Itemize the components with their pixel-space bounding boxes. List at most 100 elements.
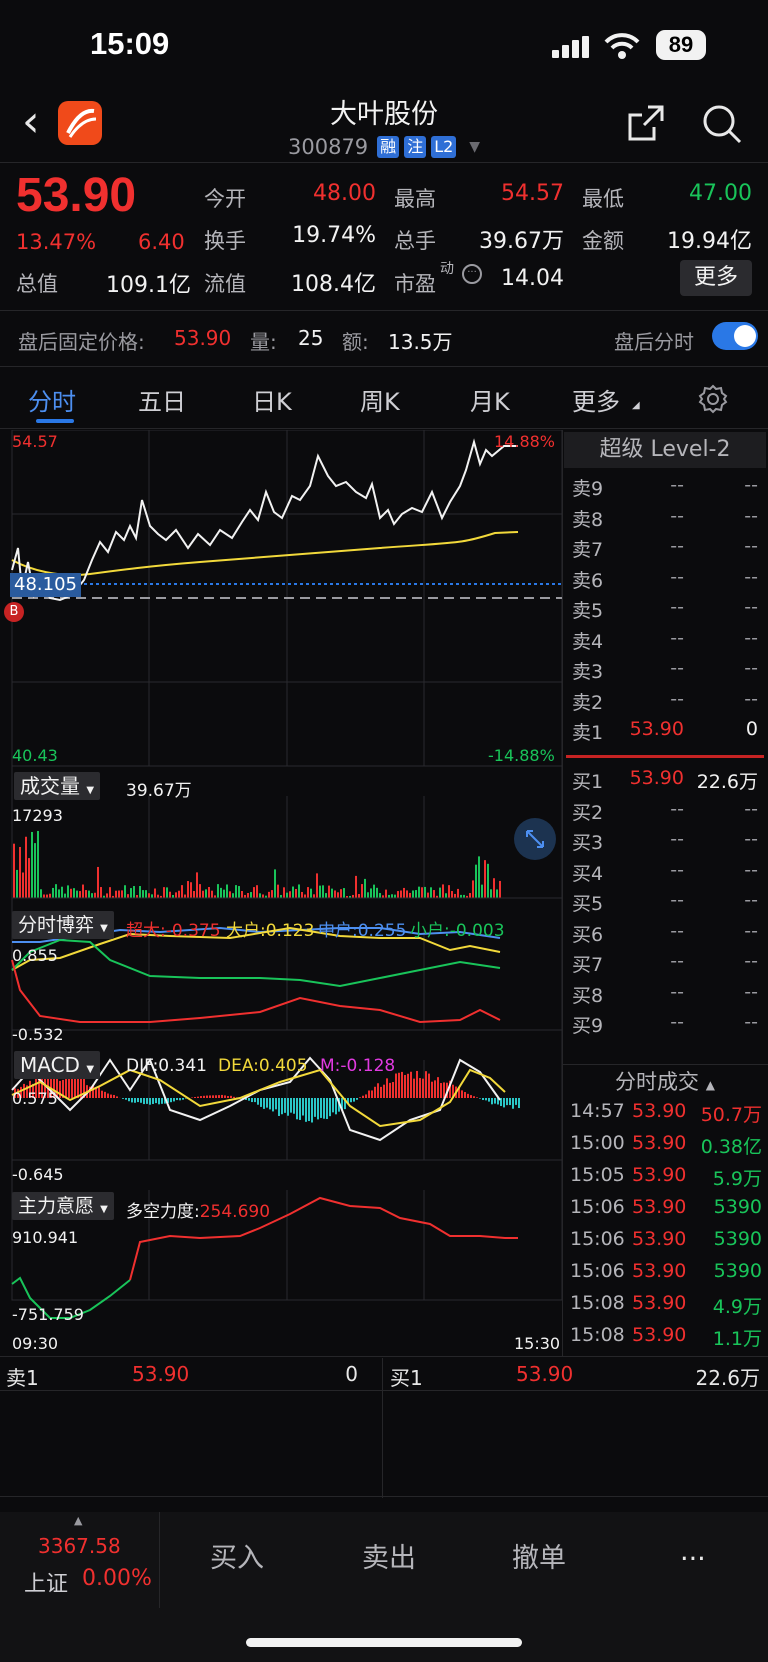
volume-bar: [433, 890, 435, 898]
registration-tag: 注: [404, 136, 427, 158]
book-volume: --: [744, 950, 758, 972]
volume-total: 39.67万: [126, 781, 192, 801]
macd-bar: [299, 1098, 301, 1120]
macd-bar: [377, 1083, 379, 1098]
book-level-label: 买4: [572, 862, 604, 885]
dropdown-caret-icon: ▼: [86, 1064, 95, 1075]
macd-bar: [473, 1096, 475, 1098]
bid-row[interactable]: 买1 53.90 22.6万: [572, 767, 762, 795]
book-level-label: 卖4: [572, 630, 604, 653]
search-icon[interactable]: [700, 102, 742, 144]
expand-icon[interactable]: [514, 818, 556, 860]
volume-bar: [457, 888, 459, 898]
book-divider: [566, 755, 764, 758]
share-icon[interactable]: [626, 103, 666, 143]
more-menu-button[interactable]: ...: [680, 1536, 706, 1567]
macd-bar: [401, 1071, 403, 1098]
volume-bar: [106, 893, 108, 898]
ask-row[interactable]: 卖7 -- --: [572, 535, 762, 563]
volume-bar: [415, 890, 417, 898]
macd-bar: [308, 1098, 310, 1122]
ask-row[interactable]: 卖4 -- --: [572, 627, 762, 655]
tab-five-day[interactable]: 五日: [138, 382, 186, 417]
tab-more[interactable]: 更多: [572, 382, 620, 417]
index-name: 上证: [24, 1572, 69, 1597]
bid-row[interactable]: 买8 -- --: [572, 981, 762, 1009]
book-price: --: [670, 535, 684, 557]
ask-row[interactable]: 卖2 -- --: [572, 688, 762, 716]
book-level-label: 卖3: [572, 661, 604, 683]
cancel-order-button[interactable]: 撤单: [512, 1536, 566, 1575]
bid-row[interactable]: 买5 -- --: [572, 889, 762, 917]
price-high-label: 54.57: [12, 432, 58, 451]
volume-bar: [118, 890, 120, 898]
tick-volume: 5390: [713, 1260, 762, 1282]
ask-row[interactable]: 卖3 -- --: [572, 657, 762, 685]
ticks-header[interactable]: 分时成交 ▲: [564, 1066, 766, 1096]
buy-button[interactable]: 买入: [210, 1536, 264, 1575]
volume-dropdown[interactable]: 成交量 ▼: [14, 772, 101, 800]
toggle-knob: [734, 325, 756, 347]
super-large-value: 超大:-0.375: [126, 921, 221, 941]
macd-bar: [137, 1098, 139, 1103]
volume-bar: [283, 887, 285, 898]
tab-weekly-k[interactable]: 周K: [360, 382, 400, 417]
volume-bar: [430, 887, 432, 898]
change-percent: 13.47%: [16, 230, 97, 254]
tick-price: 53.90: [632, 1228, 687, 1250]
macd-bar: [296, 1098, 298, 1120]
bid-row[interactable]: 买4 -- --: [572, 859, 762, 887]
level2-header[interactable]: 超级 Level-2: [564, 432, 766, 468]
ask-row[interactable]: 卖8 -- --: [572, 505, 762, 533]
macd-title: MACD: [20, 1053, 80, 1077]
more-info-icon[interactable]: ···: [462, 264, 482, 284]
volume-bar: [445, 893, 447, 898]
settings-gear-icon[interactable]: [698, 384, 728, 414]
volume-bar: [40, 889, 42, 898]
tick-time: 15:05: [570, 1164, 625, 1186]
book-level-label: 买6: [572, 923, 604, 946]
bid-row[interactable]: 买9 -- --: [572, 1011, 762, 1039]
tab-intraday[interactable]: 分时: [28, 382, 76, 417]
ask-row[interactable]: 卖9 -- --: [572, 474, 762, 502]
macd-bar: [146, 1098, 148, 1104]
stock-code-row[interactable]: 300879 融 注 L2 ▼: [288, 134, 480, 160]
volume-bar: [256, 885, 258, 898]
price-low-label: 40.43: [12, 746, 58, 765]
volume-bar: [301, 891, 303, 898]
macd-dropdown[interactable]: MACD ▼: [14, 1051, 101, 1079]
caret-up-icon: ▲: [74, 1514, 83, 1527]
buy-marker-icon[interactable]: B: [4, 602, 24, 622]
volume-bar: [469, 893, 471, 898]
volume-bar: [166, 887, 168, 898]
bbo-bid-label: 买1: [390, 1366, 423, 1390]
ask-row[interactable]: 卖6 -- --: [572, 566, 762, 594]
home-indicator[interactable]: [246, 1638, 522, 1647]
bid-row[interactable]: 买6 -- --: [572, 920, 762, 948]
intent-dropdown[interactable]: 主力意愿 ▼: [12, 1192, 114, 1220]
sell-button[interactable]: 卖出: [362, 1536, 416, 1575]
game-dropdown[interactable]: 分时博弈 ▼: [12, 911, 114, 939]
tab-monthly-k[interactable]: 月K: [470, 382, 510, 417]
macd-bar: [383, 1084, 385, 1098]
macd-bar: [107, 1093, 109, 1098]
more-button[interactable]: 更多: [680, 260, 752, 296]
tick-volume: 0.38亿: [700, 1136, 762, 1158]
macd-bar: [503, 1098, 505, 1108]
ask-row[interactable]: 卖5 -- --: [572, 596, 762, 624]
macd-bar: [335, 1098, 337, 1115]
bid-row[interactable]: 买7 -- --: [572, 950, 762, 978]
volume-bar: [298, 884, 300, 898]
ask-row[interactable]: 卖1 53.90 0: [572, 718, 762, 746]
volume-bar: [322, 885, 324, 898]
book-price: --: [670, 797, 684, 820]
volume-bar: [184, 894, 186, 898]
caret-up-icon: ▲: [705, 1078, 715, 1092]
book-volume: --: [744, 828, 758, 850]
tab-daily-k[interactable]: 日K: [252, 382, 292, 417]
bid-row[interactable]: 买2 -- --: [572, 798, 762, 826]
bid-row[interactable]: 买3 -- --: [572, 828, 762, 856]
macd-bar: [224, 1095, 226, 1098]
battery-icon: 89: [656, 30, 706, 60]
macd-bar: [179, 1098, 181, 1101]
